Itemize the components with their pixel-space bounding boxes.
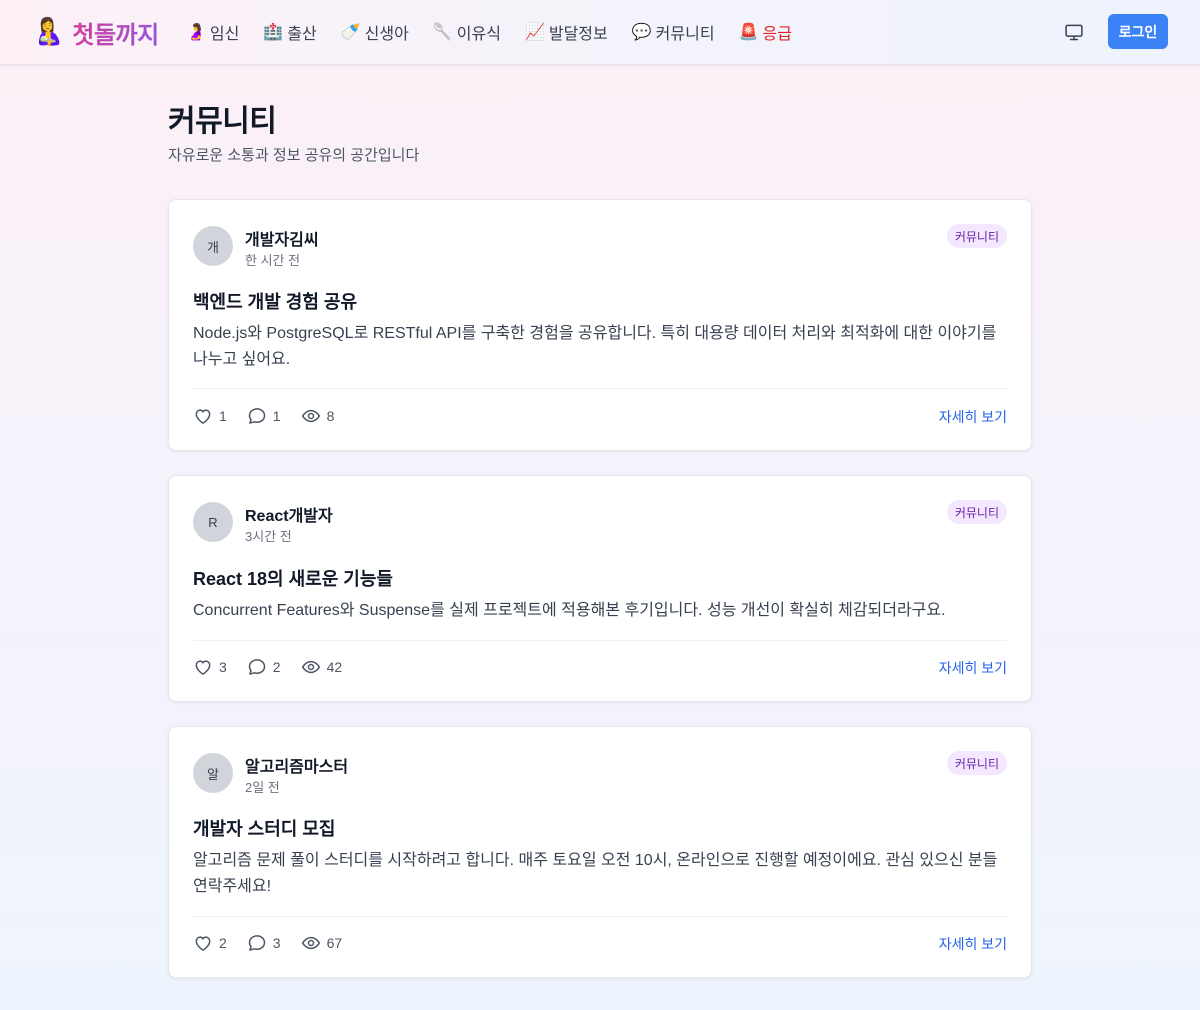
post-card: 알 알고리즘마스터 2일 전 커뮤니티 개발자 스터디 모집 알고리즘 문제 풀…: [168, 726, 1032, 978]
post-title[interactable]: React 18의 새로운 기능들: [193, 565, 393, 591]
view-count-stat: 42: [301, 657, 343, 677]
comment-button[interactable]: 3: [247, 933, 281, 953]
category-badge: 커뮤니티: [946, 224, 1007, 248]
nav-item-label: 발달정보: [548, 26, 608, 43]
speech-bubble-icon: 💬: [631, 22, 652, 41]
top-navigation-bar: 🤱 첫돌까지 🤰 임신 🏥 출산 🍼 신생아 🥄 이유식 📈 발달정보 💬 커뮤…: [0, 0, 1200, 65]
view-count-stat: 67: [301, 933, 343, 953]
brand-name: 첫돌까지: [72, 15, 159, 50]
post-stats: 1 1 8: [193, 406, 334, 426]
nav-item-label: 신생아: [364, 26, 409, 43]
card-divider: [193, 916, 1007, 917]
heart-icon: [195, 936, 211, 951]
post-stats: 2 3 67: [193, 933, 342, 953]
spoon-icon: 🥄: [432, 22, 453, 41]
view-count: 67: [326, 935, 343, 951]
comment-count: 1: [272, 408, 281, 424]
comment-count: 3: [272, 935, 281, 951]
post-card: 개 개발자김씨 한 시간 전 커뮤니티 백엔드 개발 경험 공유 Node.js…: [168, 199, 1032, 451]
heart-icon: [195, 409, 211, 424]
brand-logo-link[interactable]: 🤱 첫돌까지: [32, 14, 159, 50]
view-count: 42: [326, 659, 343, 675]
hospital-icon: 🏥: [263, 22, 284, 41]
nav-item-baby-food[interactable]: 🥄 이유식: [433, 20, 501, 44]
post-title[interactable]: 백엔드 개발 경험 공유: [193, 288, 357, 314]
post-body: 알고리즘 문제 풀이 스터디를 시작하려고 합니다. 매주 토요일 오전 10시…: [193, 852, 998, 895]
nav-item-label: 응급: [762, 26, 792, 43]
eye-icon: [301, 660, 320, 674]
nav-item-label: 이유식: [456, 26, 501, 43]
theme-toggle-button[interactable]: [1062, 20, 1086, 44]
card-divider: [193, 640, 1007, 641]
post-author[interactable]: React개발자: [245, 502, 333, 526]
like-count: 1: [219, 408, 227, 424]
comment-icon: [248, 935, 266, 951]
card-divider: [193, 388, 1007, 389]
nav-item-birth[interactable]: 🏥 출산: [263, 20, 316, 44]
post-body: Concurrent Features와 Suspense를 실제 프로젝트에 …: [193, 602, 946, 619]
avatar: 개: [193, 226, 233, 266]
post-author[interactable]: 개발자김씨: [245, 226, 319, 250]
siren-icon: 🚨: [738, 22, 759, 41]
nav-item-community[interactable]: 💬 커뮤니티: [632, 20, 715, 44]
like-button[interactable]: 2: [193, 933, 227, 953]
nav-item-pregnancy[interactable]: 🤰 임신: [186, 20, 239, 44]
view-count-stat: 8: [301, 406, 335, 426]
post-author[interactable]: 알고리즘마스터: [245, 753, 348, 777]
monitor-icon: [1065, 24, 1083, 41]
comment-button[interactable]: 2: [247, 657, 281, 677]
nav-item-development[interactable]: 📈 발달정보: [525, 20, 608, 44]
eye-icon: [301, 409, 320, 423]
avatar: 알: [193, 753, 233, 793]
post-card: R React개발자 3시간 전 커뮤니티 React 18의 새로운 기능들 …: [168, 475, 1032, 702]
avatar: R: [193, 502, 233, 542]
category-badge: 커뮤니티: [946, 500, 1007, 524]
category-badge: 커뮤니티: [946, 751, 1007, 775]
comment-icon: [248, 659, 266, 675]
eye-icon: [301, 936, 320, 950]
main-nav: 🤰 임신 🏥 출산 🍼 신생아 🥄 이유식 📈 발달정보 💬 커뮤니티 🚨 응급: [186, 0, 792, 64]
view-count: 8: [326, 408, 335, 424]
nav-item-newborn[interactable]: 🍼 신생아: [341, 20, 409, 44]
heart-icon: [195, 660, 211, 675]
post-time: 2일 전: [245, 780, 280, 795]
chart-increasing-icon: 📈: [524, 22, 545, 41]
nav-item-label: 출산: [287, 26, 317, 43]
nav-item-label: 임신: [209, 26, 240, 43]
post-time: 3시간 전: [245, 529, 292, 544]
baby-bottle-icon: 🍼: [340, 22, 361, 41]
post-time: 한 시간 전: [245, 253, 301, 268]
comment-count: 2: [272, 659, 281, 675]
like-count: 3: [219, 659, 227, 675]
post-body: Node.js와 PostgreSQL로 RESTful API를 구축한 경험…: [193, 325, 997, 368]
comment-icon: [248, 408, 266, 424]
login-button[interactable]: 로그인: [1108, 14, 1168, 49]
nav-item-label: 커뮤니티: [655, 26, 715, 43]
like-count: 2: [219, 935, 227, 951]
view-detail-link[interactable]: 자세히 보기: [939, 407, 1007, 427]
view-detail-link[interactable]: 자세히 보기: [939, 934, 1007, 954]
like-button[interactable]: 1: [193, 406, 227, 426]
mother-baby-icon: 🤱: [32, 17, 65, 47]
page-title: 커뮤니티: [168, 105, 277, 138]
nav-item-emergency[interactable]: 🚨 응급: [739, 20, 792, 44]
comment-button[interactable]: 1: [247, 406, 281, 426]
pregnant-icon: 🤰: [186, 22, 206, 41]
like-button[interactable]: 3: [193, 657, 227, 677]
post-title[interactable]: 개발자 스터디 모집: [193, 815, 335, 841]
post-stats: 3 2 42: [193, 657, 342, 677]
page-subtitle: 자유로운 소통과 정보 공유의 공간입니다: [168, 147, 420, 164]
view-detail-link[interactable]: 자세히 보기: [939, 658, 1007, 678]
